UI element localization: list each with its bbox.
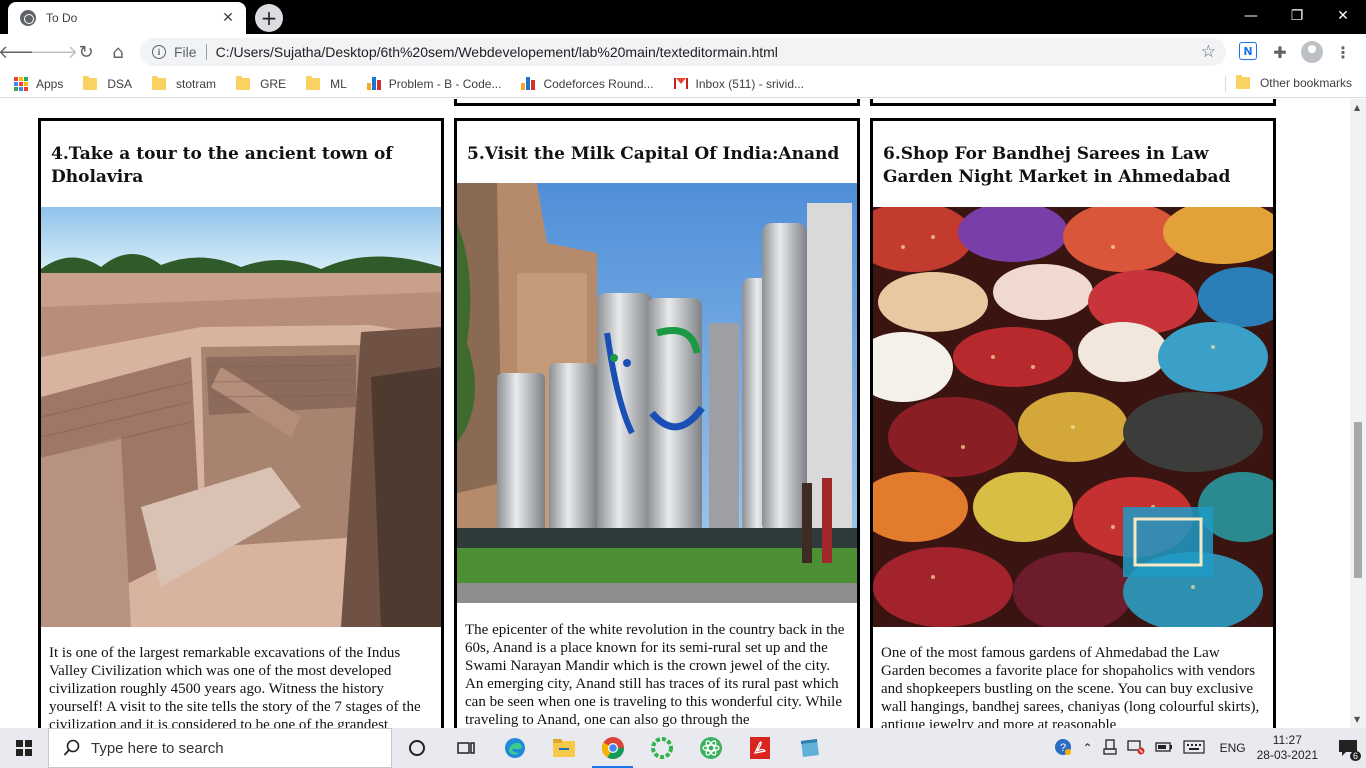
info-icon[interactable]: i [152,45,166,59]
system-tray: ? ⌃ ENG 11:27 28-03-2021 6 [1048,728,1366,768]
bookmarks-bar: Apps DSA stotram GRE ML Problem - B - Co… [0,70,1366,98]
bandhej-sarees-image [873,207,1273,627]
previous-card-edge [454,99,860,106]
browser-tab[interactable]: To Do ✕ [8,2,246,34]
clock[interactable]: 11:27 28-03-2021 [1257,733,1318,763]
acrobat-pdf-icon[interactable] [735,728,784,768]
folder-icon [1235,75,1250,89]
language-indicator[interactable]: ENG [1220,741,1246,755]
page-scrollbar[interactable]: ▲ ▼ [1350,99,1366,728]
url-scheme: File [174,44,197,60]
bookmark-inbox[interactable]: Inbox (511) - srivid... [673,76,805,91]
place-card: 5.Visit the Milk Capital Of India:Anand [454,118,860,728]
bookmark-label: DSA [107,76,133,91]
bookmark-apps[interactable]: Apps [14,76,64,91]
card-description: It is one of the largest remarkable exca… [49,645,421,728]
card-description: The epicenter of the white revolution in… [465,622,845,728]
file-explorer-icon[interactable] [539,728,588,768]
keyboard-icon[interactable] [1182,739,1205,757]
notification-count-badge: 6 [1349,751,1361,761]
reload-button[interactable]: ↻ [72,38,100,66]
clock-time: 11:27 [1272,733,1302,747]
dholavira-excavation-image [41,207,441,627]
url-text[interactable]: C:/Users/Sujatha/Desktop/6th%20sem/Webde… [216,44,778,60]
network-disconnected-icon[interactable] [1126,739,1145,758]
bookmark-label: stotram [176,76,217,91]
tab-strip: To Do ✕ + — ❐ ✕ [0,0,1366,34]
notepad-app-icon[interactable] [784,728,833,768]
minimize-button[interactable]: — [1228,0,1274,32]
windows-logo-icon [16,740,32,756]
clock-date: 28-03-2021 [1256,748,1318,762]
edge-icon[interactable] [490,728,539,768]
bookmark-codeforces-round[interactable]: Codeforces Round... [521,76,654,91]
place-card: 4.Take a tour to the ancient town of Dho… [38,118,444,728]
search-placeholder: Type here to search [91,739,224,757]
folder-icon [306,75,321,90]
gmail-icon [673,78,688,89]
battery-icon[interactable] [1154,741,1173,756]
bookmark-label: GRE [260,76,287,91]
page-viewport: 4.Take a tour to the ancient town of Dho… [0,99,1350,728]
previous-card-edge [870,99,1276,106]
bookmark-label: Inbox (511) - srivid... [695,76,805,91]
close-window-button[interactable]: ✕ [1320,0,1366,32]
restore-button[interactable]: ❐ [1274,0,1320,32]
globe-icon [20,10,36,26]
chrome-icon[interactable] [588,728,637,768]
bookmark-star-icon[interactable]: ☆ [1201,42,1216,62]
loading-ring-app-icon[interactable] [637,728,686,768]
usb-device-icon[interactable] [1102,738,1117,758]
notification-center-button[interactable]: 6 [1330,728,1366,768]
bookmark-ml[interactable]: ML [306,75,347,91]
bookmark-other[interactable]: Other bookmarks [1235,75,1352,90]
card-description: One of the most famous gardens of Ahmeda… [881,645,1260,728]
scroll-up-icon[interactable]: ▲ [1354,103,1360,112]
help-icon[interactable]: ? [1053,737,1073,760]
forward-button[interactable]: 🡒 [30,38,78,66]
bookmarks-divider [1225,76,1226,92]
bookmark-label: Apps [36,76,64,91]
codeforces-icon [521,77,536,90]
apps-grid-icon [14,76,28,91]
place-card: 6.Shop For Bandhej Sarees in Law Garden … [870,118,1276,728]
bookmark-label: Problem - B - Code... [388,76,502,91]
anand-milk-plant-image [457,183,857,603]
folder-icon [83,75,98,90]
task-view-icon[interactable] [441,728,490,768]
address-bar[interactable]: i File C:/Users/Sujatha/Desktop/6th%20se… [140,38,1226,66]
close-tab-icon[interactable]: ✕ [220,10,236,26]
bookmark-label: Other bookmarks [1259,76,1352,90]
tab-title: To Do [46,11,78,25]
home-button[interactable]: ⌂ [104,38,132,66]
atom-app-icon[interactable] [686,728,735,768]
bookmark-gre[interactable]: GRE [236,75,287,91]
search-icon [63,739,80,756]
chevron-up-icon[interactable]: ⌃ [1083,741,1093,755]
browser-toolbar: 🡐 🡒 ↻ ⌂ i File C:/Users/Sujatha/Desktop/… [0,34,1366,70]
scroll-down-icon[interactable]: ▼ [1354,715,1360,724]
profile-avatar-icon[interactable] [1301,41,1323,63]
taskbar-search-box[interactable]: Type here to search [48,728,392,768]
folder-icon [152,75,167,90]
card-title: 4.Take a tour to the ancient town of Dho… [51,144,393,187]
menu-kebab-icon[interactable]: ⋮ [1333,42,1353,62]
cortana-icon[interactable] [392,728,441,768]
scrollbar-thumb[interactable] [1354,422,1362,578]
codeforces-icon [366,77,381,90]
bookmark-problem-b[interactable]: Problem - B - Code... [366,76,502,91]
new-tab-button[interactable]: + [255,4,283,32]
card-title: 6.Shop For Bandhej Sarees in Law Garden … [883,144,1231,187]
folder-icon [236,75,251,90]
bookmark-stotram[interactable]: stotram [152,75,217,91]
extension-n-icon[interactable]: N [1239,42,1257,60]
start-button[interactable] [0,728,48,768]
extensions-puzzle-icon[interactable]: ✚ [1270,42,1290,62]
bookmark-dsa[interactable]: DSA [83,75,133,91]
bookmark-label: ML [330,76,347,91]
bookmark-label: Codeforces Round... [543,76,654,91]
url-separator [205,44,207,60]
card-title: 5.Visit the Milk Capital Of India:Anand [467,144,840,164]
windows-taskbar: Type here to search ? ⌃ ENG 11:27 28-03-… [0,728,1366,768]
